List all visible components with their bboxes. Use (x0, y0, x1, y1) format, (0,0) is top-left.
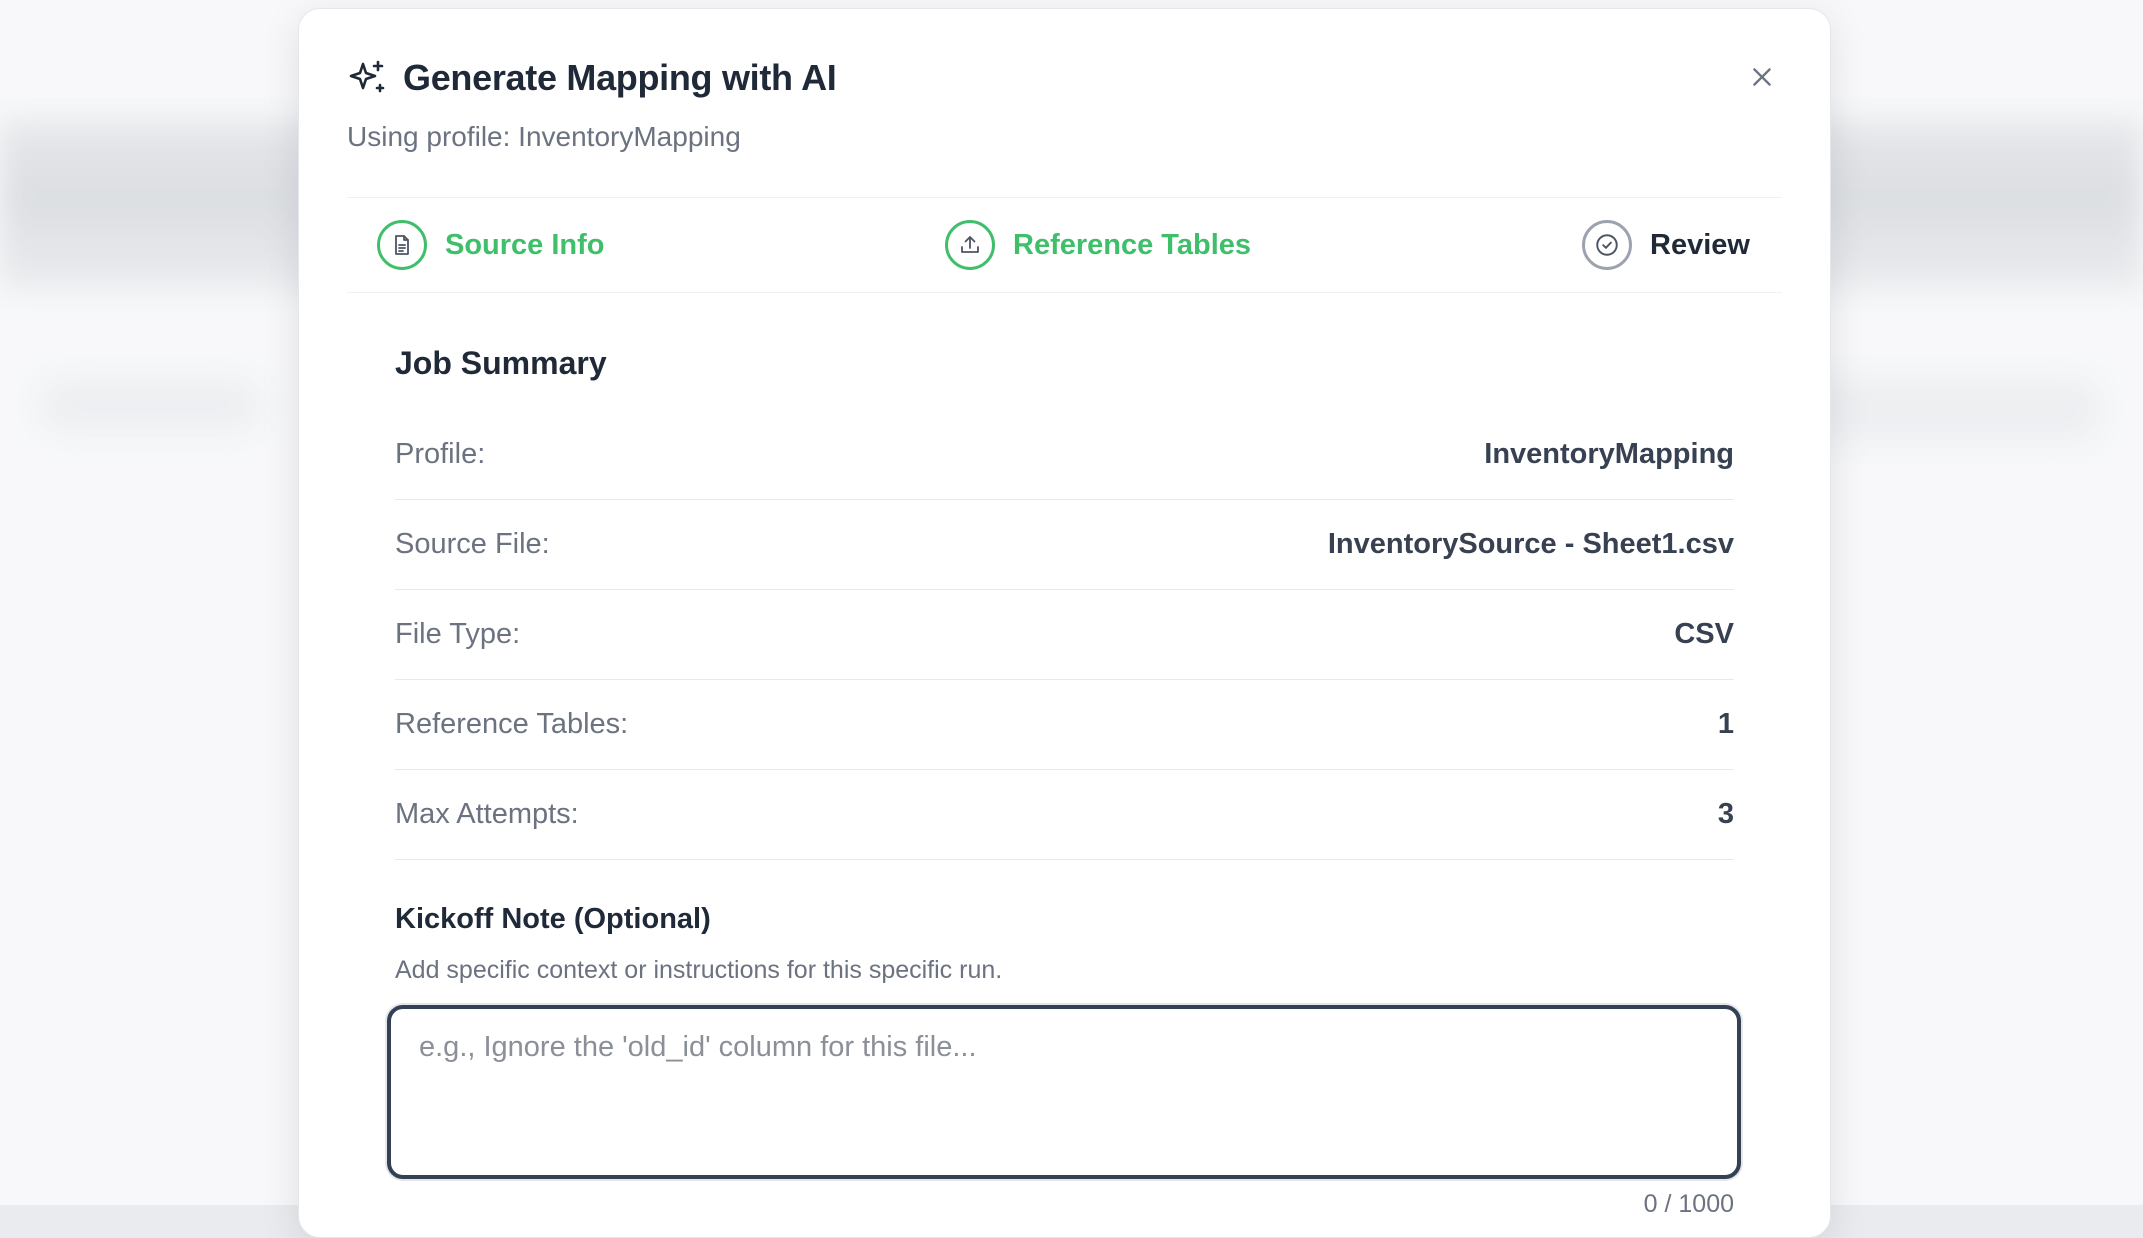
job-summary-title: Job Summary (395, 345, 1734, 382)
summary-row-source-file: Source File: InventorySource - Sheet1.cs… (395, 500, 1734, 590)
summary-key: File Type: (395, 618, 520, 651)
upload-icon (958, 233, 982, 257)
kickoff-note-label: Kickoff Note (Optional) (395, 903, 1734, 936)
step-review-badge (1582, 220, 1632, 270)
sparkles-icon (347, 58, 387, 98)
summary-list: Profile: InventoryMapping Source File: I… (395, 410, 1734, 860)
check-circle-icon (1594, 232, 1620, 258)
dialog-subtitle: Using profile: InventoryMapping (347, 121, 1782, 153)
dialog-title: Generate Mapping with AI (403, 57, 837, 99)
step-label: Review (1650, 229, 1750, 262)
step-reference-tables[interactable]: Reference Tables (945, 220, 1251, 270)
job-summary: Job Summary Profile: InventoryMapping So… (395, 345, 1734, 860)
step-label: Reference Tables (1013, 229, 1251, 262)
summary-value: InventorySource - Sheet1.csv (1328, 528, 1734, 561)
summary-row-profile: Profile: InventoryMapping (395, 410, 1734, 500)
summary-key: Max Attempts: (395, 798, 579, 831)
step-label: Source Info (445, 229, 605, 262)
summary-row-file-type: File Type: CSV (395, 590, 1734, 680)
summary-key: Source File: (395, 528, 550, 561)
summary-key: Reference Tables: (395, 708, 628, 741)
close-button[interactable] (1742, 57, 1782, 97)
summary-value: 1 (1718, 708, 1734, 741)
kickoff-note-help: Add specific context or instructions for… (395, 956, 1734, 985)
wizard-stepper: Source Info Reference Tables Review (347, 197, 1782, 293)
summary-value: 3 (1718, 798, 1734, 831)
summary-value: InventoryMapping (1484, 438, 1734, 471)
kickoff-note-textarea[interactable] (387, 1005, 1741, 1179)
step-review[interactable]: Review (1582, 220, 1750, 270)
summary-value: CSV (1674, 618, 1734, 651)
generate-mapping-dialog: Generate Mapping with AI Using profile: … (298, 8, 1831, 1238)
step-source-info[interactable]: Source Info (377, 220, 605, 270)
document-icon (390, 233, 414, 257)
dialog-header: Generate Mapping with AI Using profile: … (347, 57, 1782, 153)
step-source-info-badge (377, 220, 427, 270)
summary-key: Profile: (395, 438, 485, 471)
summary-row-reference-tables: Reference Tables: 1 (395, 680, 1734, 770)
step-reference-tables-badge (945, 220, 995, 270)
summary-row-max-attempts: Max Attempts: 3 (395, 770, 1734, 860)
close-icon (1749, 64, 1775, 90)
kickoff-note-section: Kickoff Note (Optional) Add specific con… (395, 903, 1734, 1219)
